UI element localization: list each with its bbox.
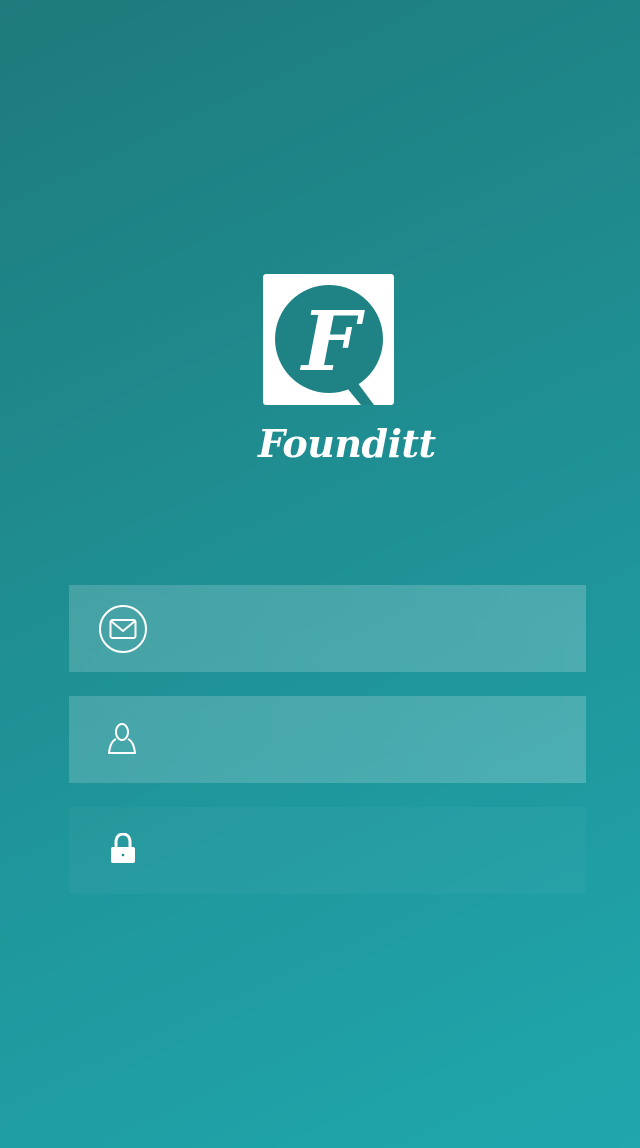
lock-icon	[111, 833, 135, 863]
username-field[interactable]	[69, 696, 586, 783]
username-input[interactable]	[169, 696, 569, 783]
founditt-logo-icon: F	[263, 274, 394, 405]
brand-wordmark: Founditt	[258, 421, 436, 466]
logo-letter: F	[300, 294, 365, 390]
password-field[interactable]	[69, 807, 586, 894]
email-input[interactable]	[169, 585, 569, 672]
envelope-icon	[99, 605, 147, 653]
password-input[interactable]	[169, 807, 569, 894]
email-field[interactable]	[69, 585, 586, 672]
user-icon	[108, 723, 136, 754]
